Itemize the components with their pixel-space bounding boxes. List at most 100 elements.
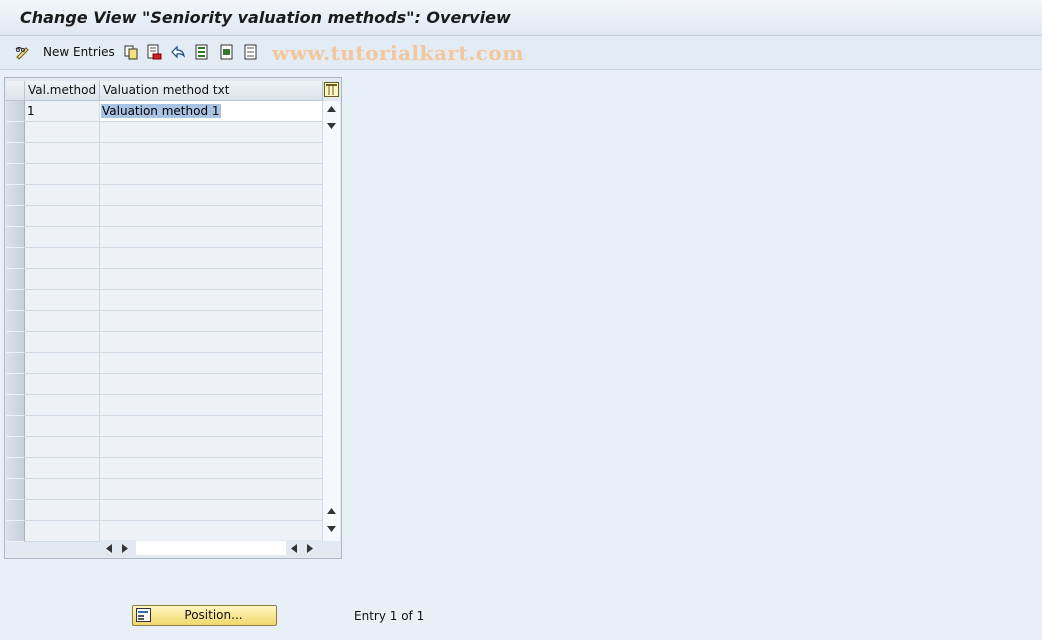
cell-val-method[interactable] bbox=[25, 521, 100, 542]
cell-val-method[interactable] bbox=[25, 311, 100, 332]
horizontal-scrollbar[interactable] bbox=[100, 540, 323, 556]
row-selector[interactable] bbox=[6, 164, 25, 185]
table-row[interactable] bbox=[6, 164, 323, 185]
row-selector[interactable] bbox=[6, 521, 25, 542]
row-selector[interactable] bbox=[6, 248, 25, 269]
row-selector[interactable] bbox=[6, 185, 25, 206]
row-selector[interactable] bbox=[6, 206, 25, 227]
cell-valuation-method-txt[interactable] bbox=[100, 332, 323, 353]
scroll-left-icon[interactable] bbox=[102, 540, 116, 556]
cell-val-method[interactable] bbox=[25, 227, 100, 248]
cell-valuation-method-txt[interactable] bbox=[100, 395, 323, 416]
cell-valuation-method-txt[interactable] bbox=[100, 458, 323, 479]
table-row[interactable] bbox=[6, 395, 323, 416]
row-selector[interactable] bbox=[6, 416, 25, 437]
table-row[interactable] bbox=[6, 521, 323, 542]
row-selector[interactable] bbox=[6, 122, 25, 143]
table-row[interactable] bbox=[6, 416, 323, 437]
cell-valuation-method-txt[interactable] bbox=[100, 269, 323, 290]
select-all-icon[interactable] bbox=[194, 44, 210, 60]
cell-valuation-method-txt[interactable] bbox=[100, 185, 323, 206]
undo-icon[interactable] bbox=[170, 44, 186, 60]
cell-valuation-method-txt[interactable] bbox=[100, 437, 323, 458]
scroll-down-icon[interactable] bbox=[323, 118, 340, 134]
cell-val-method[interactable] bbox=[25, 143, 100, 164]
cell-valuation-method-txt[interactable] bbox=[100, 248, 323, 269]
row-selector[interactable] bbox=[6, 395, 25, 416]
cell-val-method[interactable] bbox=[25, 437, 100, 458]
row-selector[interactable] bbox=[6, 500, 25, 521]
row-selector[interactable] bbox=[6, 101, 25, 122]
row-selector[interactable] bbox=[6, 437, 25, 458]
cell-val-method[interactable] bbox=[25, 248, 100, 269]
new-entries-button[interactable]: New Entries bbox=[43, 45, 115, 59]
table-row[interactable] bbox=[6, 437, 323, 458]
row-selector[interactable] bbox=[6, 479, 25, 500]
cell-valuation-method-txt[interactable] bbox=[100, 353, 323, 374]
cell-valuation-method-txt[interactable] bbox=[100, 164, 323, 185]
row-selector[interactable] bbox=[6, 332, 25, 353]
scroll-right-end-icon[interactable] bbox=[303, 540, 317, 556]
table-row[interactable]: 1 Valuation method 1 bbox=[6, 101, 323, 122]
cell-valuation-method-txt[interactable] bbox=[100, 227, 323, 248]
table-row[interactable] bbox=[6, 227, 323, 248]
cell-valuation-method-txt[interactable] bbox=[100, 479, 323, 500]
scroll-page-up-icon[interactable] bbox=[323, 503, 340, 519]
table-row[interactable] bbox=[6, 122, 323, 143]
cell-val-method[interactable] bbox=[25, 458, 100, 479]
table-row[interactable] bbox=[6, 311, 323, 332]
cell-val-method[interactable] bbox=[25, 269, 100, 290]
cell-valuation-method-txt[interactable] bbox=[100, 311, 323, 332]
deselect-all-icon[interactable] bbox=[243, 44, 259, 60]
row-selector[interactable] bbox=[6, 290, 25, 311]
cell-valuation-method-txt[interactable] bbox=[100, 122, 323, 143]
cell-valuation-method-txt[interactable] bbox=[100, 521, 323, 542]
cell-val-method[interactable]: 1 bbox=[25, 101, 100, 122]
scroll-right-icon[interactable] bbox=[118, 540, 132, 556]
scroll-up-icon[interactable] bbox=[323, 101, 340, 117]
cell-val-method[interactable] bbox=[25, 479, 100, 500]
table-row[interactable] bbox=[6, 374, 323, 395]
copy-icon[interactable] bbox=[123, 44, 139, 60]
cell-valuation-method-txt[interactable] bbox=[100, 143, 323, 164]
row-selector[interactable] bbox=[6, 311, 25, 332]
cell-val-method[interactable] bbox=[25, 290, 100, 311]
table-row[interactable] bbox=[6, 332, 323, 353]
column-header-valuation-method-txt[interactable]: Valuation method txt bbox=[100, 81, 323, 101]
table-row[interactable] bbox=[6, 458, 323, 479]
cell-val-method[interactable] bbox=[25, 353, 100, 374]
cell-val-method[interactable] bbox=[25, 395, 100, 416]
cell-val-method[interactable] bbox=[25, 500, 100, 521]
select-block-icon[interactable] bbox=[219, 44, 235, 60]
cell-valuation-method-txt[interactable] bbox=[100, 206, 323, 227]
select-all-rows-button[interactable] bbox=[6, 81, 25, 101]
cell-val-method[interactable] bbox=[25, 185, 100, 206]
cell-val-method[interactable] bbox=[25, 164, 100, 185]
table-row[interactable] bbox=[6, 269, 323, 290]
cell-val-method[interactable] bbox=[25, 122, 100, 143]
table-row[interactable] bbox=[6, 206, 323, 227]
cell-val-method[interactable] bbox=[25, 416, 100, 437]
table-row[interactable] bbox=[6, 290, 323, 311]
cell-valuation-method-txt[interactable] bbox=[100, 290, 323, 311]
delete-icon[interactable] bbox=[146, 44, 162, 60]
table-row[interactable] bbox=[6, 248, 323, 269]
table-row[interactable] bbox=[6, 500, 323, 521]
row-selector[interactable] bbox=[6, 143, 25, 164]
row-selector[interactable] bbox=[6, 353, 25, 374]
table-row[interactable] bbox=[6, 353, 323, 374]
cell-val-method[interactable] bbox=[25, 332, 100, 353]
scroll-left-end-icon[interactable] bbox=[287, 540, 301, 556]
cell-valuation-method-txt[interactable]: Valuation method 1 bbox=[100, 101, 323, 122]
cell-valuation-method-txt[interactable] bbox=[100, 416, 323, 437]
table-row[interactable] bbox=[6, 479, 323, 500]
horizontal-scroll-track[interactable] bbox=[136, 541, 286, 555]
cell-val-method[interactable] bbox=[25, 206, 100, 227]
row-selector[interactable] bbox=[6, 374, 25, 395]
column-header-val-method[interactable]: Val.method bbox=[25, 81, 100, 101]
table-row[interactable] bbox=[6, 143, 323, 164]
position-button[interactable]: Position... bbox=[132, 605, 277, 626]
pencil-glasses-icon[interactable] bbox=[15, 44, 31, 60]
row-selector[interactable] bbox=[6, 458, 25, 479]
row-selector[interactable] bbox=[6, 227, 25, 248]
